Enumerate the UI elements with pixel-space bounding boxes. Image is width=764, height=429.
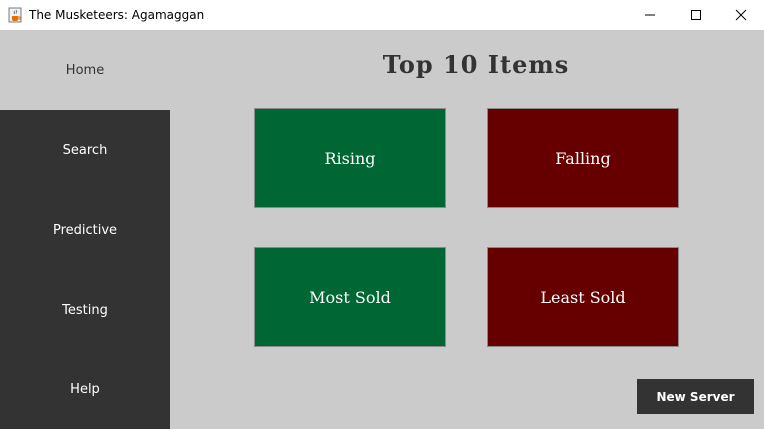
- new-server-label: New Server: [656, 389, 735, 404]
- tile-label: Most Sold: [309, 287, 391, 307]
- window-title: The Musketeers: Agamaggan: [29, 8, 205, 22]
- sidebar-item-label: Testing: [62, 302, 108, 318]
- falling-button[interactable]: Falling: [487, 108, 679, 208]
- sidebar-item-help[interactable]: Help: [0, 350, 170, 429]
- tile-label: Rising: [324, 148, 376, 168]
- sidebar-item-home[interactable]: Home: [0, 30, 170, 110]
- sidebar-item-predictive[interactable]: Predictive: [0, 190, 170, 270]
- most-sold-button[interactable]: Most Sold: [254, 247, 446, 347]
- tile-label: Least Sold: [540, 287, 626, 307]
- minimize-button[interactable]: [627, 0, 673, 30]
- sidebar-item-testing[interactable]: Testing: [0, 270, 170, 350]
- app-window: The Musketeers: Agamaggan Home Search Pr…: [0, 0, 764, 429]
- least-sold-button[interactable]: Least Sold: [487, 247, 679, 347]
- sidebar-item-label: Search: [62, 142, 108, 158]
- sidebar: Home Search Predictive Testing Help: [0, 30, 170, 429]
- sidebar-item-label: Predictive: [52, 222, 118, 238]
- title-bar[interactable]: The Musketeers: Agamaggan: [0, 0, 764, 30]
- close-icon: [735, 9, 747, 21]
- close-button[interactable]: [718, 0, 764, 30]
- rising-button[interactable]: Rising: [254, 108, 446, 208]
- new-server-button[interactable]: New Server: [637, 379, 754, 414]
- maximize-icon: [691, 10, 701, 20]
- minimize-icon: [645, 14, 655, 16]
- maximize-button[interactable]: [673, 0, 719, 30]
- sidebar-item-label: Help: [70, 382, 100, 397]
- tile-label: Falling: [555, 148, 611, 168]
- sidebar-item-search[interactable]: Search: [0, 110, 170, 190]
- sidebar-item-label: Home: [65, 62, 105, 78]
- java-cup-icon: [8, 7, 22, 23]
- page-title: Top 10 Items: [382, 50, 570, 79]
